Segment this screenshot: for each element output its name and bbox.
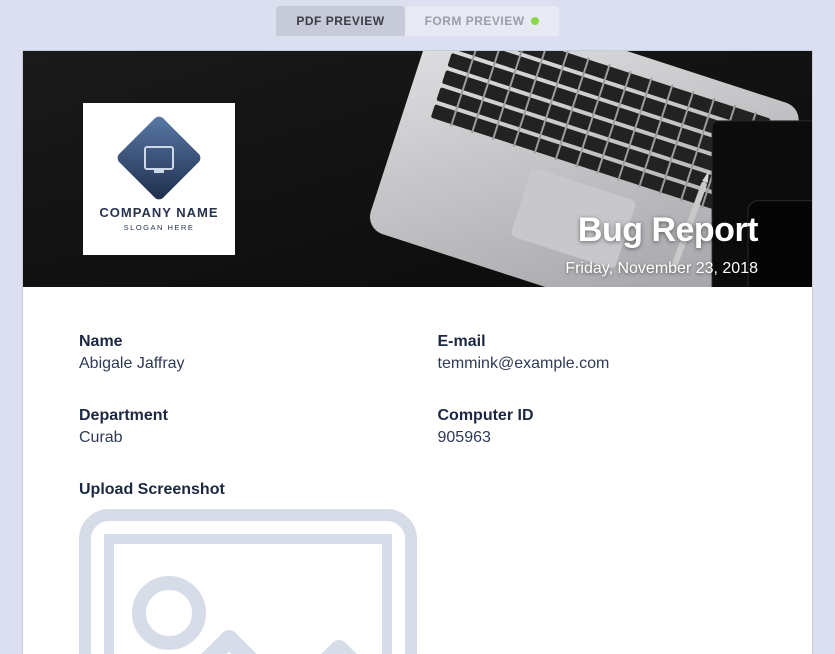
preview-tabs: PDF PREVIEW FORM PREVIEW [0,6,835,36]
form-row: Department Curab Computer ID 905963 [79,407,756,447]
logo-diamond-icon [115,114,203,202]
value-computer-id: 905963 [438,429,757,447]
field-email: E-mail temmink@example.com [438,333,757,373]
tab-pdf-preview[interactable]: PDF PREVIEW [276,6,404,36]
form-body: Name Abigale Jaffray E-mail temmink@exam… [23,287,812,654]
logo-slogan: SLOGAN HERE [124,223,195,232]
screenshot-placeholder [79,509,417,654]
logo-monitor-icon [144,146,174,170]
field-upload: Upload Screenshot [79,481,756,654]
field-department: Department Curab [79,407,398,447]
sheet-container: COMPANY NAME SLOGAN HERE Bug Report Frid… [0,36,835,654]
tab-pdf-label: PDF PREVIEW [296,14,384,28]
label-email: E-mail [438,333,757,351]
value-email: temmink@example.com [438,355,757,373]
hero-banner: COMPANY NAME SLOGAN HERE Bug Report Frid… [23,51,812,287]
logo-company-name: COMPANY NAME [99,205,218,220]
document-sheet: COMPANY NAME SLOGAN HERE Bug Report Frid… [22,50,813,654]
field-computer-id: Computer ID 905963 [438,407,757,447]
tab-form-preview[interactable]: FORM PREVIEW [405,6,559,36]
label-upload: Upload Screenshot [79,481,756,499]
form-row: Name Abigale Jaffray E-mail temmink@exam… [79,333,756,373]
value-department: Curab [79,429,398,447]
hero-text-block: Bug Report Friday, November 23, 2018 [565,211,758,278]
image-placeholder-icon [79,509,417,654]
tab-form-label: FORM PREVIEW [425,14,525,28]
status-dot-icon [531,17,539,25]
report-date: Friday, November 23, 2018 [565,260,758,278]
app-frame: PDF PREVIEW FORM PREVIEW [0,0,835,654]
label-computer-id: Computer ID [438,407,757,425]
field-name: Name Abigale Jaffray [79,333,398,373]
label-name: Name [79,333,398,351]
page-title: Bug Report [565,211,758,250]
label-department: Department [79,407,398,425]
company-logo-card: COMPANY NAME SLOGAN HERE [83,103,235,255]
value-name: Abigale Jaffray [79,355,398,373]
